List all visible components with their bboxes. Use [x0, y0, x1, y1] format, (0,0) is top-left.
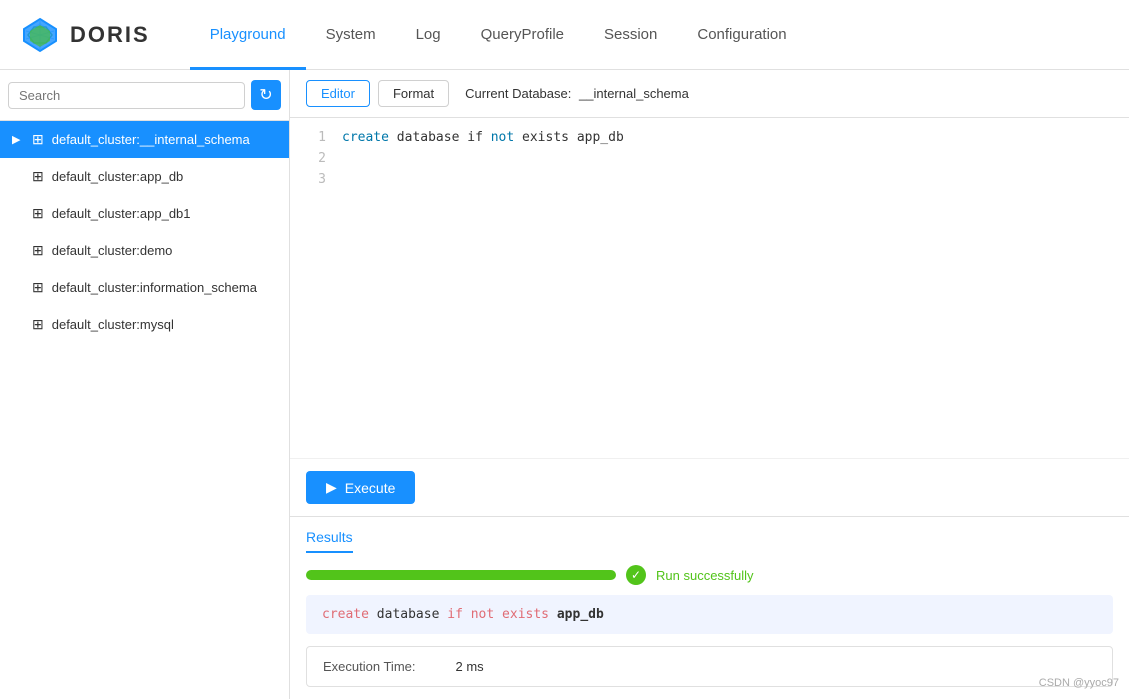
refresh-button[interactable]: ↻	[251, 80, 281, 110]
top-nav: DORIS Playground System Log QueryProfile…	[0, 0, 1129, 70]
db-name: default_cluster:__internal_schema	[52, 132, 250, 147]
line-number: 3	[306, 170, 326, 191]
main-layout: ↻ ▶ ⊞ default_cluster:__internal_schema …	[0, 70, 1129, 699]
play-icon: ▶	[326, 479, 337, 496]
keyword-plain2: exists app_db	[522, 130, 624, 145]
refresh-icon: ↻	[259, 85, 272, 105]
keyword-not: not	[491, 130, 514, 145]
keyword-plain: database if	[397, 130, 491, 145]
keyword-create: create	[342, 130, 389, 145]
db-name: default_cluster:demo	[52, 243, 173, 258]
list-item[interactable]: ▶ ⊞ default_cluster:__internal_schema	[0, 121, 289, 158]
results-tab[interactable]: Results	[306, 529, 353, 553]
success-text: Run successfully	[656, 568, 754, 583]
db-name: default_cluster:app_db1	[52, 206, 191, 221]
progress-bar	[306, 570, 616, 580]
execute-button[interactable]: ▶ Execute	[306, 471, 415, 504]
sidebar: ↻ ▶ ⊞ default_cluster:__internal_schema …	[0, 70, 290, 699]
db-name: default_cluster:information_schema	[52, 280, 257, 295]
nav-playground[interactable]: Playground	[190, 0, 306, 70]
db-name: default_cluster:app_db	[52, 169, 184, 184]
line-number: 2	[306, 149, 326, 170]
db-icon: ⊞	[32, 316, 44, 333]
logo-text: DORIS	[70, 22, 150, 48]
list-item[interactable]: ⊞ default_cluster:app_db	[0, 158, 289, 195]
nav-session[interactable]: Session	[584, 0, 677, 70]
db-icon: ⊞	[32, 279, 44, 296]
result-db-name: app_db	[557, 607, 604, 622]
doris-logo-icon	[20, 15, 60, 55]
nav-log[interactable]: Log	[396, 0, 461, 70]
list-item[interactable]: ⊞ default_cluster:app_db1	[0, 195, 289, 232]
nav-queryprofile[interactable]: QueryProfile	[461, 0, 584, 70]
execute-area: ▶ Execute	[290, 458, 1129, 516]
search-area: ↻	[0, 70, 289, 121]
logo-area: DORIS	[20, 15, 150, 55]
db-icon: ⊞	[32, 242, 44, 259]
nav-items: Playground System Log QueryProfile Sessi…	[190, 0, 807, 70]
result-keyword-database: database	[377, 607, 447, 622]
results-area: Results ✓ Run successfully create databa…	[290, 516, 1129, 699]
code-editor[interactable]: 1 create database if not exists app_db 2…	[290, 118, 1129, 458]
db-icon: ⊞	[32, 131, 44, 148]
search-input[interactable]	[8, 82, 245, 109]
editor-area: Editor Format Current Database: __intern…	[290, 70, 1129, 699]
code-line-3: 3	[306, 170, 1113, 191]
result-keyword-create: create	[322, 607, 369, 622]
nav-system[interactable]: System	[306, 0, 396, 70]
format-button[interactable]: Format	[378, 80, 449, 107]
code-content: create database if not exists app_db	[342, 128, 624, 149]
list-item[interactable]: ⊞ default_cluster:information_schema	[0, 269, 289, 306]
success-bar: ✓ Run successfully	[306, 565, 1113, 585]
result-keyword-if: if	[447, 607, 463, 622]
watermark: CSDN @yyoc97	[1039, 677, 1119, 689]
result-keyword-not: not	[471, 607, 494, 622]
nav-configuration[interactable]: Configuration	[677, 0, 806, 70]
code-line-2: 2	[306, 149, 1113, 170]
line-number: 1	[306, 128, 326, 149]
db-icon: ⊞	[32, 168, 44, 185]
expand-arrow-icon: ▶	[12, 133, 24, 146]
result-code-block: create database if not exists app_db	[306, 595, 1113, 634]
execute-label: Execute	[345, 480, 396, 496]
database-list: ▶ ⊞ default_cluster:__internal_schema ⊞ …	[0, 121, 289, 699]
list-item[interactable]: ⊞ default_cluster:mysql	[0, 306, 289, 343]
result-keyword-exists: exists	[502, 607, 549, 622]
check-circle-icon: ✓	[626, 565, 646, 585]
execution-time-value: 2 ms	[456, 659, 484, 674]
execution-time-label: Execution Time:	[323, 659, 416, 674]
code-line-1: 1 create database if not exists app_db	[306, 128, 1113, 149]
db-name: default_cluster:mysql	[52, 317, 174, 332]
list-item[interactable]: ⊞ default_cluster:demo	[0, 232, 289, 269]
editor-tab-button[interactable]: Editor	[306, 80, 370, 107]
editor-toolbar: Editor Format Current Database: __intern…	[290, 70, 1129, 118]
db-icon: ⊞	[32, 205, 44, 222]
execution-time-row: Execution Time: 2 ms	[306, 646, 1113, 687]
current-db-label: Current Database: __internal_schema	[465, 86, 689, 101]
